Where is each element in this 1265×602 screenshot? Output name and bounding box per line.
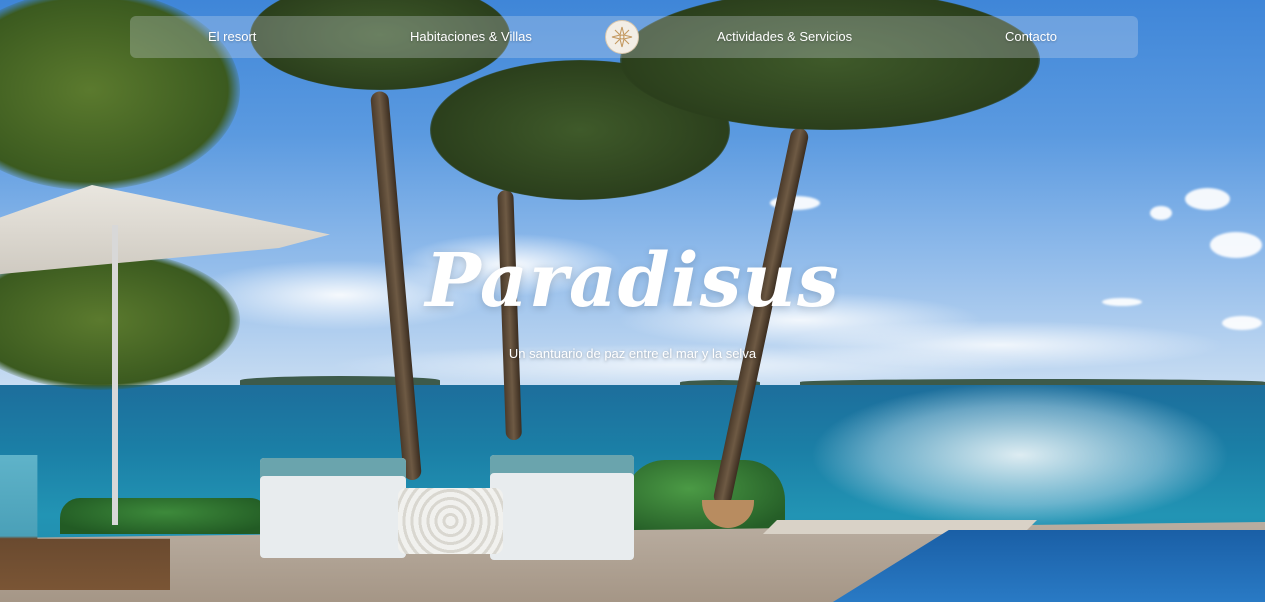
hedge [625, 460, 785, 532]
compass-rose-icon [611, 26, 633, 48]
lounge-chair [260, 458, 406, 558]
hero-subtitle: Un santuario de paz entre el mar y la se… [508, 346, 757, 361]
hedge [60, 498, 270, 534]
nav-link-el-resort[interactable]: El resort [208, 16, 256, 58]
cloud [1150, 206, 1172, 220]
nav-link-contacto[interactable]: Contacto [1005, 16, 1057, 58]
cloud [1185, 188, 1230, 210]
hero-title: Paradisus [425, 238, 840, 324]
lounge-chair [490, 455, 634, 560]
logo[interactable] [605, 20, 639, 54]
nav-link-habitaciones-villas[interactable]: Habitaciones & Villas [410, 16, 532, 58]
coffee-table [398, 488, 503, 554]
nav-link-actividades-servicios[interactable]: Actividades & Servicios [717, 16, 852, 58]
main-nav: El resort Habitaciones & Villas Activida… [130, 16, 1138, 58]
